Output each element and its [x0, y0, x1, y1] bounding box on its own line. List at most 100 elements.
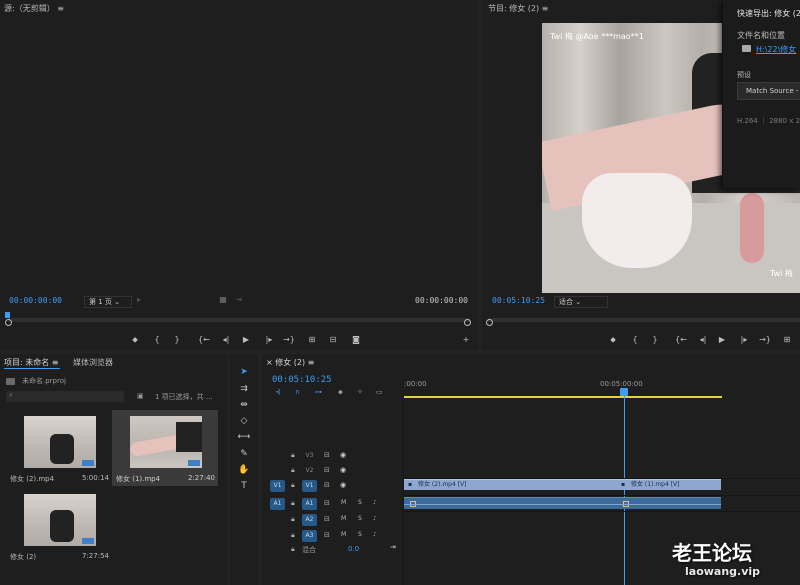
go-to-in-icon[interactable]: {←	[674, 334, 688, 346]
mix-value[interactable]: 0.0	[348, 545, 359, 553]
play-small-icon[interactable]: ▸	[132, 294, 146, 306]
lock-icon[interactable]: 🔒︎	[291, 499, 295, 508]
menu-icon[interactable]: ≡	[57, 4, 64, 13]
program-scrub-bar[interactable]	[488, 318, 800, 322]
lock-icon[interactable]: 🔒︎	[291, 481, 295, 490]
razor-tool-icon[interactable]: ◇	[237, 415, 251, 427]
mute-button[interactable]: M	[341, 515, 346, 522]
source-end-marker[interactable]	[464, 319, 471, 326]
ripple-edit-tool-icon[interactable]: ⇹	[237, 399, 251, 411]
video-clip-1[interactable]: ▪ 修女 (2).mp4 [V]	[404, 479, 617, 490]
list-item[interactable]: 修女 (2) 7:27:54	[4, 490, 109, 566]
track-v3-label[interactable]: V3	[302, 450, 317, 462]
marker-icon[interactable]: ⬥	[128, 334, 142, 346]
linked-selection-icon[interactable]: ⊶	[315, 388, 322, 396]
video-clip-2[interactable]: ▪ 修女 (1).mp4 [V]	[617, 479, 721, 490]
file-path-link[interactable]: H:\22\修女	[756, 44, 796, 55]
new-bin-icon[interactable]: ▣	[137, 392, 144, 400]
nest-icon[interactable]: ⊰	[275, 388, 281, 396]
sync-icon[interactable]: ⊟	[324, 515, 330, 523]
time-ruler[interactable]: :00:00 00:05:00:00	[404, 376, 800, 398]
mark-in-icon[interactable]: {	[628, 334, 642, 346]
sync-icon[interactable]: ⊟	[324, 451, 330, 459]
mark-out-icon[interactable]: }	[170, 334, 184, 346]
lock-icon[interactable]: 🔒︎	[291, 545, 295, 554]
slip-tool-icon[interactable]: ⟷	[237, 431, 251, 443]
track-a2-label[interactable]: A2	[302, 514, 317, 526]
selection-tool-icon[interactable]: ➤	[237, 366, 251, 378]
search-input[interactable]: ⌕	[6, 391, 124, 402]
pen-tool-icon[interactable]: ✎	[237, 448, 251, 460]
tab-media-browser[interactable]: 媒体浏览器	[73, 357, 113, 368]
track-select-tool-icon[interactable]: ⇉	[237, 383, 251, 395]
step-forward-icon[interactable]: |▸	[262, 334, 276, 346]
safe-margin-icon[interactable]: ▦	[216, 294, 230, 306]
step-forward-icon[interactable]: |▸	[737, 334, 751, 346]
mark-out-icon[interactable]: }	[648, 334, 662, 346]
work-area-bar[interactable]	[404, 396, 722, 398]
lock-icon[interactable]: 🔒︎	[291, 515, 295, 524]
program-start-marker[interactable]	[486, 319, 493, 326]
lock-icon[interactable]: 🔒︎	[291, 466, 295, 475]
track-a3-label[interactable]: A3	[302, 530, 317, 542]
lock-icon[interactable]: 🔒︎	[291, 531, 295, 540]
eye-icon[interactable]: ◉	[340, 481, 346, 489]
go-to-out-icon[interactable]: →}	[758, 334, 772, 346]
source-playhead[interactable]	[5, 312, 10, 318]
marker-icon[interactable]: ⬥	[606, 334, 620, 346]
audio-clip-1[interactable]	[404, 497, 617, 509]
track-a1-label[interactable]: A1	[302, 498, 317, 510]
play-icon[interactable]: ▶	[239, 334, 253, 346]
source-timecode-left[interactable]: 00:00:00:00	[9, 296, 62, 305]
source-patch-a1[interactable]: A1	[270, 498, 285, 510]
captions-icon[interactable]: ▭	[376, 388, 383, 396]
list-item[interactable]: 修女 (1).mp4 2:27:40	[112, 410, 218, 486]
overwrite-icon[interactable]: ⊟	[326, 334, 340, 346]
audio-clip-2[interactable]	[617, 497, 721, 509]
mute-button[interactable]: M	[341, 499, 346, 506]
eye-icon[interactable]: ◉	[340, 466, 346, 474]
mic-icon[interactable]: ♪	[373, 499, 377, 506]
type-tool-icon[interactable]: T	[237, 480, 251, 492]
mic-icon[interactable]: ♪	[373, 531, 377, 538]
mark-in-icon[interactable]: {	[150, 334, 164, 346]
source-start-marker[interactable]	[5, 319, 12, 326]
lock-icon[interactable]: 🔒︎	[291, 451, 295, 460]
program-monitor-title[interactable]: 节目: 修女 (2) ≡	[488, 3, 548, 14]
lift-icon[interactable]: ⊞	[780, 334, 794, 346]
mute-button[interactable]: M	[341, 531, 346, 538]
close-icon[interactable]: ×	[266, 358, 273, 367]
track-v1-label[interactable]: V1	[302, 480, 317, 492]
fit-select[interactable]: 适合 ⌄	[554, 296, 608, 308]
playhead-head[interactable]	[620, 388, 628, 396]
go-to-in-icon[interactable]: {←	[197, 334, 211, 346]
camera-icon[interactable]: ◙	[349, 334, 363, 346]
sync-icon[interactable]: ⊟	[324, 499, 330, 507]
source-patch-v1[interactable]: V1	[270, 480, 285, 492]
step-back-icon[interactable]: ◂|	[219, 334, 233, 346]
add-button-icon[interactable]: +	[459, 334, 473, 346]
sync-icon[interactable]: ⊟	[324, 531, 330, 539]
add-marker-icon[interactable]: ⬥	[338, 388, 343, 397]
step-back-icon[interactable]: ◂|	[696, 334, 710, 346]
menu-icon[interactable]: ≡	[308, 358, 315, 367]
program-timecode[interactable]: 00:05:10:25	[492, 296, 545, 305]
page-select[interactable]: 第 1 页 ⌄	[84, 296, 132, 308]
export-frame-icon[interactable]: ⇥	[232, 294, 246, 306]
wrench-icon[interactable]: ✧	[357, 388, 363, 396]
sync-icon[interactable]: ⊟	[324, 481, 330, 489]
track-v2-label[interactable]: V2	[302, 465, 317, 477]
mic-icon[interactable]: ♪	[373, 515, 377, 522]
solo-button[interactable]: S	[358, 499, 362, 506]
solo-button[interactable]: S	[358, 515, 362, 522]
play-icon[interactable]: ▶	[715, 334, 729, 346]
snap-icon[interactable]: ∩	[295, 388, 300, 396]
go-to-out-icon[interactable]: →}	[282, 334, 296, 346]
go-to-end-icon[interactable]: ⇥	[390, 543, 396, 551]
solo-button[interactable]: S	[358, 531, 362, 538]
timeline-timecode[interactable]: 00:05:10:25	[272, 375, 332, 385]
hand-tool-icon[interactable]: ✋	[237, 464, 251, 476]
timeline-tab[interactable]: × 修女 (2) ≡	[266, 357, 314, 368]
menu-icon[interactable]: ≡	[542, 4, 549, 13]
tab-project[interactable]: 项目: 未命名 ≡	[4, 357, 59, 368]
